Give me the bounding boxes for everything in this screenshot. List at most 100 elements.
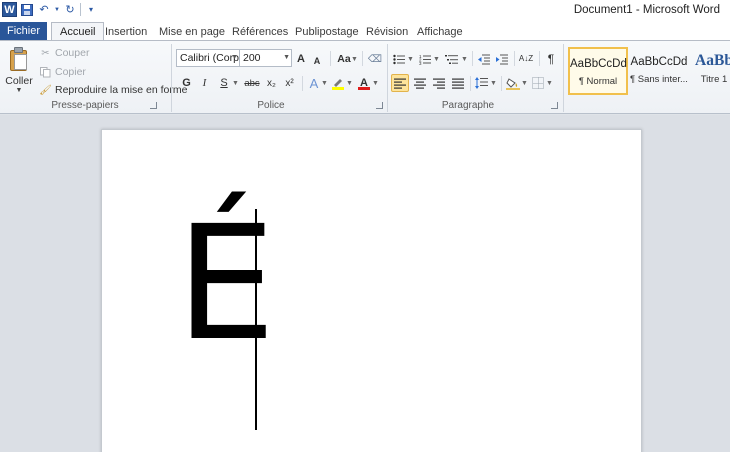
increase-indent-icon[interactable]: [495, 50, 509, 68]
borders-dropdown-icon[interactable]: ▼: [546, 74, 553, 92]
sort-button[interactable]: A↓Z: [518, 50, 534, 68]
qat-separator: [80, 3, 81, 16]
ribbon-divider: [302, 76, 303, 91]
tab-insert[interactable]: Insertion: [105, 24, 147, 41]
highlight-dropdown-icon[interactable]: ▼: [346, 74, 353, 92]
cut-label: Couper: [55, 47, 90, 59]
decrease-indent-icon[interactable]: [477, 50, 491, 68]
bullets-dropdown-icon[interactable]: ▼: [407, 50, 414, 68]
undo-dropdown-icon[interactable]: ▼: [54, 2, 60, 17]
word-logo-icon[interactable]: W: [2, 2, 17, 17]
justify-icon: [452, 78, 464, 89]
ribbon-divider: [514, 51, 515, 66]
font-color-icon[interactable]: A: [357, 74, 371, 92]
window-title: Document1 - Microsoft Word: [573, 4, 720, 16]
change-case-dropdown-icon[interactable]: ▼: [351, 50, 358, 68]
tab-file[interactable]: Fichier: [0, 22, 47, 41]
document-area: É: [0, 115, 730, 452]
font-name-dropdown-icon[interactable]: ▼: [231, 50, 238, 66]
underline-button[interactable]: S: [218, 74, 230, 92]
quick-access-toolbar: W ↶ ▼ ↻ ▾: [2, 2, 98, 17]
tab-page-layout[interactable]: Mise en page: [159, 24, 225, 41]
paste-label: Coller: [5, 75, 33, 87]
bullets-icon[interactable]: [392, 50, 406, 68]
style-normal[interactable]: AaBbCcDd ¶ Normal: [568, 47, 628, 95]
scissors-icon: ✂: [41, 47, 50, 59]
font-color-dropdown-icon[interactable]: ▼: [372, 74, 379, 92]
clipboard-icon: [9, 47, 29, 71]
font-name-combo[interactable]: Calibri (Corp ▼: [176, 49, 240, 67]
align-center-button[interactable]: [412, 74, 428, 92]
change-case-button[interactable]: Aa: [336, 50, 352, 68]
style-normal-sample: AaBbCcDd: [570, 58, 627, 70]
font-size-combo[interactable]: 200 ▼: [239, 49, 292, 67]
font-size-value: 200: [243, 52, 261, 64]
text-effects-icon[interactable]: A: [307, 74, 321, 92]
shrink-font-button[interactable]: A: [312, 52, 322, 70]
ribbon-divider: [501, 76, 502, 91]
group-separator: [171, 44, 172, 112]
clipboard-dialog-launcher-icon[interactable]: [150, 102, 157, 109]
paragraph-dialog-launcher-icon[interactable]: [551, 102, 558, 109]
numbering-dropdown-icon[interactable]: ▼: [433, 50, 440, 68]
align-right-button[interactable]: [431, 74, 447, 92]
line-spacing-dropdown-icon[interactable]: ▼: [490, 74, 497, 92]
clear-formatting-icon[interactable]: ⌫: [367, 50, 383, 68]
numbering-icon[interactable]: 123: [418, 50, 432, 68]
shading-icon[interactable]: [505, 74, 520, 92]
style-normal-name: ¶ Normal: [578, 76, 618, 87]
style-no-spacing[interactable]: AaBbCcDd ¶ Sans inter...: [630, 47, 688, 95]
tab-home[interactable]: Accueil: [51, 22, 105, 42]
font-dialog-launcher-icon[interactable]: [376, 102, 383, 109]
shading-dropdown-icon[interactable]: ▼: [521, 74, 528, 92]
document-text[interactable]: É: [176, 205, 276, 363]
redo-icon[interactable]: ↻: [63, 2, 77, 17]
style-no-spacing-sample: AaBbCcDd: [630, 56, 688, 68]
customize-qat-icon[interactable]: ▾: [84, 2, 98, 17]
tab-mailings[interactable]: Publipostage: [295, 24, 359, 41]
text-cursor: [255, 209, 257, 430]
document-page[interactable]: É: [101, 129, 642, 452]
copy-icon: [40, 66, 51, 78]
subscript-button[interactable]: x₂: [265, 74, 278, 92]
style-heading-1[interactable]: AaBb Titre 1: [690, 47, 730, 95]
line-spacing-icon[interactable]: [474, 74, 489, 92]
align-center-icon: [414, 78, 426, 89]
highlight-color-icon[interactable]: [331, 74, 345, 92]
show-formatting-button[interactable]: ¶: [544, 50, 558, 68]
group-separator: [387, 44, 388, 112]
bold-button[interactable]: G: [180, 74, 193, 92]
paintbrush-icon: 🖌: [39, 84, 52, 96]
multilevel-dropdown-icon[interactable]: ▼: [461, 50, 468, 68]
format-painter-button[interactable]: 🖌 Reproduire la mise en forme: [39, 84, 187, 96]
sort-label: A↓Z: [518, 54, 534, 63]
justify-button[interactable]: [450, 74, 466, 92]
paste-button[interactable]: Coller ▼: [4, 47, 34, 94]
align-left-icon: [394, 78, 406, 89]
ribbon-divider: [472, 51, 473, 66]
ribbon: Coller ▼ ✂ Couper Copier 🖌 Reproduire la…: [0, 40, 730, 114]
ribbon-tabs: Fichier Accueil Insertion Mise en page R…: [0, 21, 730, 42]
copy-button[interactable]: Copier: [40, 66, 86, 78]
paste-dropdown-icon[interactable]: ▼: [4, 87, 34, 94]
tab-view[interactable]: Affichage: [417, 24, 463, 41]
copy-label: Copier: [55, 66, 86, 78]
borders-icon[interactable]: [531, 74, 545, 92]
save-icon[interactable]: [20, 2, 34, 17]
style-no-spacing-name: ¶ Sans inter...: [630, 74, 688, 85]
paragraph-group-label: Paragraphe: [441, 100, 495, 111]
cut-button[interactable]: ✂ Couper: [40, 47, 89, 59]
align-left-button[interactable]: [391, 74, 409, 92]
font-size-dropdown-icon[interactable]: ▼: [283, 50, 290, 66]
underline-dropdown-icon[interactable]: ▼: [232, 74, 239, 92]
multilevel-list-icon[interactable]: [444, 50, 460, 68]
style-heading-1-sample: AaBb: [695, 52, 730, 69]
superscript-button[interactable]: x²: [283, 74, 296, 92]
tab-references[interactable]: Références: [232, 24, 288, 41]
undo-icon[interactable]: ↶: [37, 2, 51, 17]
italic-button[interactable]: I: [199, 74, 210, 92]
strikethrough-button[interactable]: abc: [243, 74, 261, 92]
tab-review[interactable]: Révision: [366, 24, 408, 41]
text-effects-dropdown-icon[interactable]: ▼: [321, 74, 328, 92]
grow-font-button[interactable]: A: [295, 50, 307, 68]
